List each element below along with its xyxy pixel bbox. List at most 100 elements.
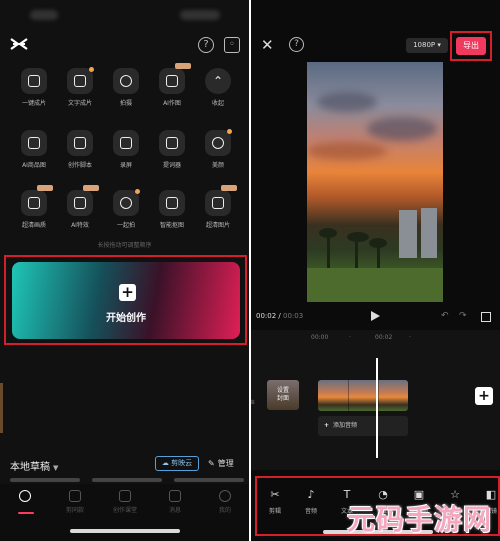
toolbar-audio[interactable]: ♪ 音频	[293, 488, 329, 515]
local-drafts-dropdown[interactable]: 本地草稿 ▼	[10, 458, 58, 473]
preview-palm	[319, 228, 337, 238]
tool-shoot[interactable]: 拍摄	[101, 68, 151, 107]
hd-quality-icon	[21, 185, 53, 216]
capcut-logo-icon	[10, 37, 28, 53]
video-preview[interactable]	[307, 62, 443, 302]
tab-messages[interactable]: 消息	[155, 490, 195, 514]
ai-effect-icon	[67, 185, 99, 216]
tool-smart-cutout[interactable]: 智能抠图	[147, 190, 197, 229]
time-display: 00:02 / 00:03	[256, 312, 304, 320]
start-creation-label: 开始创作	[106, 313, 146, 324]
draft-thumb[interactable]	[92, 478, 162, 482]
add-clip-button[interactable]: +	[475, 387, 493, 405]
playhead[interactable]	[376, 358, 378, 458]
tab-edit[interactable]: 剪辑	[5, 490, 45, 514]
active-tab-indicator	[18, 512, 34, 514]
editor-screen: ✕ ? 1080P ▾ 导出 00:02 / 00:03 ↶ ↷ 00:00 ·…	[251, 0, 500, 541]
timeline[interactable]: 00:00 · 00:02 · 声 设置 封面 + 添加音频 +	[251, 330, 500, 470]
tool-creation-script[interactable]: 创作脚本	[55, 130, 105, 169]
play-icon[interactable]	[371, 311, 380, 321]
tool-co-shoot[interactable]: 一起拍	[101, 189, 151, 229]
export-highlight: 导出	[450, 31, 492, 61]
create-highlight: + 开始创作	[4, 255, 247, 345]
toolbar-cut[interactable]: ✂ 剪辑	[257, 488, 293, 515]
preview-palm	[347, 232, 369, 242]
cloud-icon: ☁	[161, 459, 169, 467]
draft-thumb[interactable]	[10, 478, 80, 482]
video-clip[interactable]	[318, 380, 408, 411]
smart-cutout-icon	[159, 190, 185, 216]
fullscreen-icon[interactable]	[481, 312, 491, 322]
preview-building	[421, 208, 437, 258]
watermark-logo: 元码手游网	[346, 503, 492, 536]
pen-icon: ✎	[208, 459, 215, 468]
tool-teleprompter[interactable]: 提词器	[147, 130, 197, 169]
tab-templates[interactable]: 剪同款	[55, 490, 95, 514]
product-image-icon	[21, 130, 47, 156]
teleprompter-icon	[159, 130, 185, 156]
settings-icon[interactable]: ◦	[224, 37, 240, 53]
camera-icon	[113, 68, 139, 94]
draft-thumb[interactable]	[174, 478, 244, 482]
tool-collapse[interactable]: ⌃ 收起	[193, 68, 243, 107]
draft-edge-strip	[0, 383, 3, 433]
ruler-tick: 00:00	[311, 334, 329, 341]
clip-frame-divider	[348, 380, 349, 411]
manage-button[interactable]: ✎ 管理	[208, 458, 234, 469]
preview-cloud	[367, 117, 437, 141]
person-icon	[219, 490, 231, 502]
status-bar-blur	[180, 10, 220, 20]
close-icon[interactable]: ✕	[261, 36, 274, 54]
tab-profile[interactable]: 我的	[205, 490, 245, 514]
redo-icon[interactable]: ↷	[459, 311, 467, 321]
tool-ai-image[interactable]: AI作图	[147, 63, 197, 107]
set-cover-button[interactable]: 设置 封面	[267, 380, 299, 410]
tool-hd-quality[interactable]: 超清画质	[9, 185, 59, 229]
reorder-hint: 长按拖动可调整顺序	[97, 242, 152, 249]
ruler-tick: ·	[349, 334, 351, 341]
text-ai-icon	[67, 67, 94, 94]
graduation-cap-icon	[119, 490, 131, 502]
tool-ai-product-image[interactable]: AI商品图	[9, 130, 59, 169]
preview-cloud	[307, 142, 387, 160]
chevron-down-icon: ▼	[53, 464, 59, 472]
tool-screen-record[interactable]: 录屏	[101, 130, 151, 169]
preview-ground	[307, 268, 443, 302]
play-square-icon	[21, 68, 47, 94]
help-icon[interactable]: ?	[289, 37, 304, 52]
resolution-select[interactable]: 1080P ▾	[406, 38, 448, 53]
preview-palm	[355, 238, 358, 270]
help-icon[interactable]: ?	[198, 37, 214, 53]
clip-frame-divider	[378, 380, 379, 411]
co-shoot-icon	[113, 189, 140, 216]
track-side-label: 声	[251, 400, 256, 407]
export-button[interactable]: 导出	[456, 37, 486, 55]
ai-image-icon	[159, 63, 191, 94]
undo-icon[interactable]: ↶	[441, 311, 449, 321]
screen-record-icon	[113, 130, 139, 156]
caret-down-icon: ▾	[437, 41, 441, 49]
scissors-icon	[19, 490, 31, 502]
tool-beauty[interactable]: 美颜	[193, 129, 243, 169]
start-creation-button[interactable]: + 开始创作	[12, 262, 240, 339]
tool-ai-effect[interactable]: AI特效	[55, 185, 105, 229]
tool-one-click-video[interactable]: 一键成片	[9, 68, 59, 107]
add-audio-button[interactable]: + 添加音频	[318, 416, 408, 436]
hd-image-icon	[205, 185, 237, 216]
tool-text-to-video[interactable]: 文字成片	[55, 67, 105, 107]
chevron-up-icon: ⌃	[205, 68, 231, 94]
status-bar-blur	[30, 10, 58, 20]
cloud-button[interactable]: ☁ 剪映云	[155, 456, 199, 471]
preview-palm	[327, 234, 330, 270]
template-icon	[69, 490, 81, 502]
plus-icon: +	[324, 422, 330, 429]
preview-building	[399, 210, 417, 258]
bell-icon	[169, 490, 181, 502]
scissors-icon: ✂	[270, 488, 280, 501]
music-note-icon: ♪	[307, 488, 315, 501]
tab-classroom[interactable]: 创作课堂	[105, 490, 145, 514]
plus-icon: +	[119, 284, 136, 301]
tool-hd-image[interactable]: 超清图片	[193, 185, 243, 229]
ruler-tick: 00:02	[375, 334, 393, 341]
ruler-tick: ·	[409, 334, 411, 341]
